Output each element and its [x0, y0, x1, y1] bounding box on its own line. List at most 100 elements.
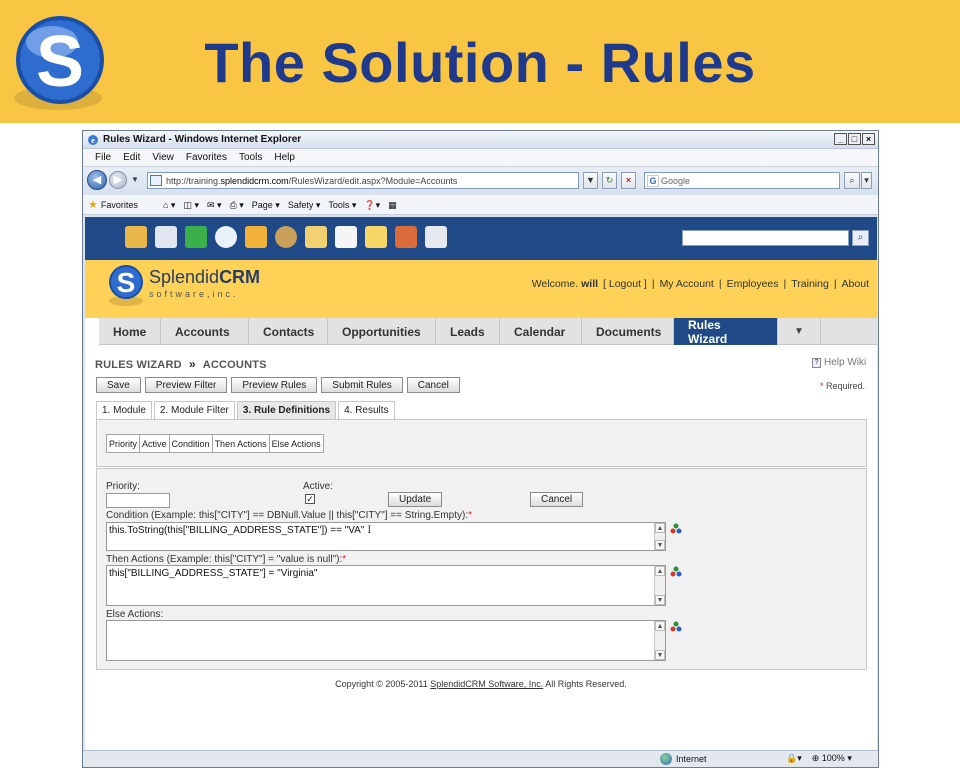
brand-left: Splendid: [149, 267, 220, 287]
close-button[interactable]: ×: [862, 133, 875, 145]
col-then-actions[interactable]: Then Actions: [212, 435, 270, 452]
menu-help[interactable]: Help: [274, 152, 295, 163]
menu-file[interactable]: File: [95, 152, 111, 163]
cards-icon[interactable]: [155, 226, 177, 248]
condition-scrollbar[interactable]: ▲ ▼: [654, 523, 665, 550]
address-dropdown-icon[interactable]: ▼: [583, 172, 598, 189]
logout-link[interactable]: [ Logout ]: [603, 278, 647, 290]
else-actions-palette-icon[interactable]: [670, 621, 682, 633]
zoom-control[interactable]: ⊕ 100% ▾: [812, 753, 852, 764]
crm-brand: SplendidCRM: [149, 267, 260, 288]
employees-link[interactable]: Employees: [727, 278, 779, 290]
safety-menu[interactable]: Safety ▾: [288, 200, 321, 211]
update-button[interactable]: Update: [388, 492, 443, 507]
magnifier-icon[interactable]: [215, 226, 237, 248]
tab-more-dropdown-icon[interactable]: ▼: [778, 318, 821, 345]
tab-accounts[interactable]: Accounts: [161, 318, 249, 345]
cancel-button[interactable]: Cancel: [406, 377, 460, 393]
stop-icon[interactable]: ×: [621, 172, 636, 189]
condition-textarea[interactable]: this.ToString(this["BILLING_ADDRESS_STAT…: [106, 522, 666, 551]
menu-favorites[interactable]: Favorites: [186, 152, 227, 163]
step-rule-definitions[interactable]: 3. Rule Definitions: [236, 401, 337, 419]
feeds-icon[interactable]: ◫ ▾: [183, 200, 199, 211]
bug-icon[interactable]: [275, 226, 297, 248]
shield-icon[interactable]: [245, 226, 267, 248]
tab-leads[interactable]: Leads: [436, 318, 500, 345]
my-account-link[interactable]: My Account: [660, 278, 714, 290]
forward-icon[interactable]: ▶: [109, 170, 127, 189]
rule-cancel-button[interactable]: Cancel: [530, 492, 584, 507]
col-condition[interactable]: Condition: [169, 435, 213, 452]
window-titlebar: e Rules Wizard - Windows Internet Explor…: [83, 131, 878, 149]
then-actions-textarea[interactable]: this["BILLING_ADDRESS_STATE"] = "Virgini…: [106, 565, 666, 606]
address-field[interactable]: http://training. splendidcrm.com/RulesWiz…: [147, 172, 579, 189]
document-icon[interactable]: [335, 226, 357, 248]
back-icon[interactable]: ◀: [87, 169, 107, 190]
preview-rules-button[interactable]: Preview Rules: [231, 377, 318, 393]
step-module-filter[interactable]: 2. Module Filter: [153, 401, 235, 419]
then-actions-scrollbar[interactable]: ▲ ▼: [654, 566, 665, 605]
tab-opportunities[interactable]: Opportunities: [328, 318, 436, 345]
phone-icon[interactable]: [425, 226, 447, 248]
copyright-link[interactable]: SplendidCRM Software, Inc.: [430, 679, 543, 689]
col-else-actions[interactable]: Else Actions: [269, 435, 323, 452]
url-prefix: http://training.: [166, 175, 221, 186]
submit-rules-button[interactable]: Submit Rules: [321, 377, 403, 393]
home-icon[interactable]: ⌂ ▾: [163, 200, 175, 211]
favorites-button[interactable]: Favorites: [101, 200, 138, 210]
condition-palette-icon[interactable]: [670, 523, 682, 535]
maximize-button[interactable]: □: [848, 133, 861, 145]
help-wiki-link[interactable]: ? Help Wiki: [812, 357, 866, 368]
checklist-icon[interactable]: [365, 226, 387, 248]
then-actions-value: this["BILLING_ADDRESS_STATE"] = "Virgini…: [109, 568, 318, 579]
else-actions-scrollbar[interactable]: ▲ ▼: [654, 621, 665, 660]
then-actions-palette-icon[interactable]: [670, 566, 682, 578]
save-button[interactable]: Save: [96, 377, 141, 393]
crm-search-icon[interactable]: ⌕: [852, 230, 869, 246]
menu-edit[interactable]: Edit: [123, 152, 140, 163]
search-placeholder: Google: [661, 175, 691, 186]
col-priority[interactable]: Priority: [107, 435, 141, 452]
breadcrumb-page: ACCOUNTS: [202, 359, 267, 371]
tab-calendar[interactable]: Calendar: [500, 318, 582, 345]
tools-menu[interactable]: Tools ▾: [328, 200, 356, 211]
about-link[interactable]: About: [842, 278, 869, 290]
research-icon[interactable]: ▦: [388, 200, 397, 211]
minimize-button[interactable]: _: [834, 133, 847, 145]
status-right: 🔒▾ ⊕ 100% ▾: [786, 753, 852, 764]
protected-mode-icon[interactable]: 🔒▾: [786, 753, 802, 764]
preview-filter-button[interactable]: Preview Filter: [144, 377, 228, 393]
search-input[interactable]: G Google: [644, 172, 840, 189]
print-icon[interactable]: ⎙ ▾: [230, 200, 244, 211]
step-module[interactable]: 1. Module: [96, 401, 152, 419]
tab-home[interactable]: Home: [99, 318, 161, 345]
col-active[interactable]: Active: [140, 435, 170, 452]
active-checkbox[interactable]: ✓: [305, 494, 315, 504]
menu-view[interactable]: View: [152, 152, 174, 163]
tab-contacts[interactable]: Contacts: [249, 318, 328, 345]
envelope-icon[interactable]: [305, 226, 327, 248]
folder-icon[interactable]: [125, 226, 147, 248]
training-link[interactable]: Training: [791, 278, 829, 290]
crm-search-input[interactable]: [682, 230, 849, 246]
step-results[interactable]: 4. Results: [338, 401, 395, 419]
projector-icon[interactable]: [395, 226, 417, 248]
dollar-icon[interactable]: [185, 226, 207, 248]
url-path: /RulesWizard/edit.aspx?Module=Accounts: [288, 175, 458, 186]
mail-icon[interactable]: ✉ ▾: [207, 200, 222, 211]
search-icon[interactable]: ⌕: [844, 172, 860, 189]
priority-input[interactable]: [106, 493, 170, 508]
wizard-steps: 1. Module 2. Module Filter 3. Rule Defin…: [96, 401, 395, 419]
help-wiki-label: Help Wiki: [824, 357, 867, 368]
help-icon[interactable]: ❓▾: [364, 200, 380, 211]
else-actions-textarea[interactable]: ▲ ▼: [106, 620, 666, 661]
search-options-icon[interactable]: ▾: [861, 172, 872, 189]
page-menu[interactable]: Page ▾: [252, 200, 280, 211]
history-dropdown-icon[interactable]: ▼: [131, 175, 139, 184]
brand-right: CRM: [219, 267, 261, 287]
refresh-icon[interactable]: ↻: [602, 172, 617, 189]
crm-toolbar: ⌕: [85, 217, 877, 260]
tab-documents[interactable]: Documents: [582, 318, 674, 345]
menu-tools[interactable]: Tools: [239, 152, 262, 163]
tab-rules-wizard[interactable]: Rules Wizard: [674, 318, 778, 346]
